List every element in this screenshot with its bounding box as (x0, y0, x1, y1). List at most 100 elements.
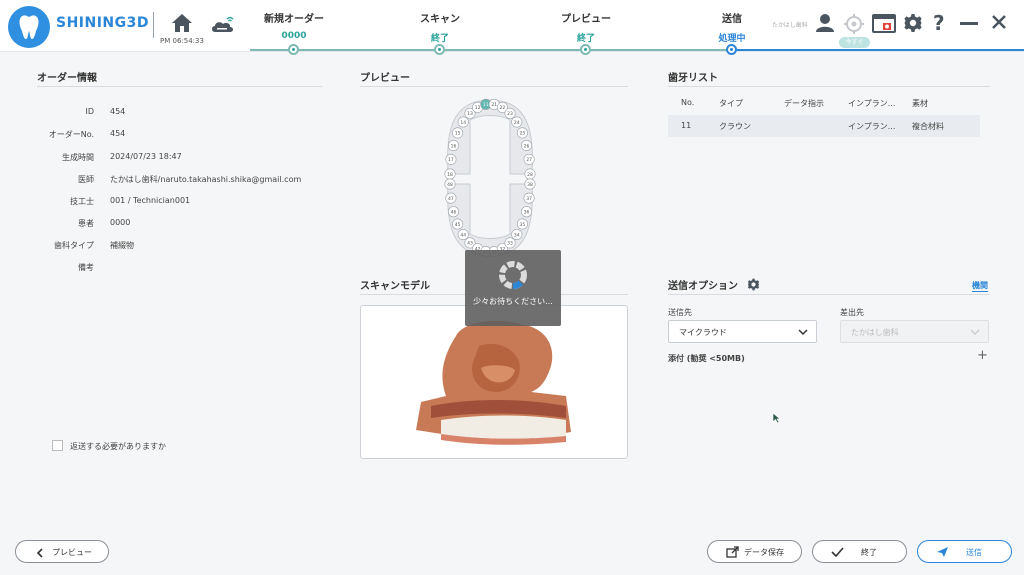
status-pill: 今すぐ (839, 37, 870, 48)
gear-icon[interactable] (903, 13, 923, 37)
scan-model-title: スキャンモデル (360, 281, 430, 292)
help-icon[interactable]: ? (933, 11, 945, 35)
step-value: 終了 (430, 34, 449, 44)
tooth-number: 23 (507, 111, 513, 117)
field-label: 歯科タイプ (54, 241, 94, 250)
field-label: 技工士 (70, 197, 94, 206)
sender-select: たかはし歯科 (840, 320, 989, 343)
tooth-number: 16 (451, 143, 457, 149)
divider (360, 86, 628, 87)
col-header-no: No. (681, 98, 695, 107)
teeth-list-title: 歯牙リスト (668, 73, 718, 84)
tooth-number: 15 (455, 131, 461, 137)
step-dot (288, 44, 299, 55)
organization-link[interactable]: 機関 (972, 280, 988, 292)
return-checkbox[interactable] (52, 440, 63, 451)
send-label: 送信 (966, 548, 982, 557)
tooth-number: 33 (507, 241, 513, 247)
step-scan[interactable]: スキャン 終了 (380, 10, 500, 44)
tooth-number: 43 (467, 241, 473, 247)
field-label: 備考 (78, 263, 94, 272)
field-value: 補綴物 (110, 241, 134, 250)
tooth-number: 18 (447, 172, 453, 178)
step-new-order[interactable]: 新規オーダー 0000 (234, 10, 354, 41)
field-label: オーダーNo. (48, 130, 94, 139)
chevron-left-icon (36, 548, 43, 558)
user-name: たかはし歯科 (772, 22, 808, 29)
cell-implant: インプラン... (848, 122, 896, 131)
tooth-number: 24 (514, 120, 520, 126)
cloud-wifi-icon[interactable] (210, 13, 236, 39)
home-icon[interactable] (170, 12, 194, 38)
close-icon[interactable] (990, 13, 1008, 35)
logo-tooth-icon (8, 6, 50, 48)
destination-value: マイクラウド (679, 328, 727, 337)
field-value: たかはし歯科/naruto.takahashi.shika@gmail.com (110, 175, 302, 184)
progress-line-active (732, 49, 1024, 51)
step-dot (434, 44, 445, 55)
add-attachment-plus-icon[interactable]: + (977, 348, 988, 363)
tooth-number: 27 (526, 157, 532, 163)
chevron-down-icon (970, 329, 980, 336)
step-value: 0000 (281, 31, 307, 41)
tooth-number: 25 (520, 131, 526, 137)
field-value: 454 (110, 129, 126, 138)
tooth-number: 35 (520, 222, 526, 228)
attachment-label: 添付 (勧奨 <50MB) (668, 354, 745, 363)
chevron-down-icon (798, 329, 808, 336)
divider (668, 294, 990, 295)
save-data-label: データ保存 (744, 548, 784, 557)
field-value: 454 (110, 107, 126, 116)
destination-select[interactable]: マイクラウド (668, 320, 817, 343)
settings-gear-icon[interactable] (747, 276, 760, 295)
step-value: 処理中 (718, 34, 746, 44)
field-label: ID (85, 107, 94, 116)
loading-text: 少々お待ちください... (473, 297, 553, 306)
col-header-implant: インプラン... (848, 99, 896, 108)
col-header-type: タイプ (719, 99, 743, 108)
tooth-number: 17 (448, 157, 454, 163)
header-divider (153, 12, 154, 38)
tooth-number: 14 (460, 120, 466, 126)
order-info-title: オーダー情報 (37, 73, 97, 84)
user-icon[interactable] (815, 13, 835, 37)
loading-spinner-icon (499, 261, 527, 290)
tooth-chart[interactable]: 18 17 16 15 14131211 2122232425 26 27 28 48 47 46 4… (440, 94, 540, 259)
save-data-button[interactable]: データ保存 (707, 540, 802, 563)
divider (37, 86, 322, 87)
tooth-number: 44 (460, 232, 466, 238)
field-label: 医師 (78, 175, 94, 184)
send-button[interactable]: 送信 (917, 540, 1012, 563)
screen-record-icon[interactable] (872, 13, 896, 39)
tooth-number: 13 (467, 111, 473, 117)
tooth-number: 38 (527, 182, 533, 188)
cell-material: 複合材料 (912, 122, 944, 131)
tooth-number: 34 (514, 232, 520, 238)
back-preview-button[interactable]: プレビュー (15, 540, 109, 563)
tooth-number: 37 (526, 196, 532, 202)
step-preview[interactable]: プレビュー 終了 (526, 10, 646, 44)
clock: PM 06:54:33 (160, 37, 204, 45)
scan-model-viewport[interactable] (360, 305, 628, 459)
tooth-number: 47 (448, 196, 454, 202)
loading-overlay: 少々お待ちください... (465, 250, 561, 326)
destination-label: 送信先 (668, 308, 692, 317)
finish-label: 終了 (861, 548, 877, 557)
step-label: 新規オーダー (264, 14, 324, 25)
step-dot (580, 44, 591, 55)
tooth-number: 48 (447, 182, 453, 188)
field-label: 患者 (78, 219, 94, 228)
tooth-number: 11 (483, 102, 489, 108)
crosshair-icon[interactable] (843, 13, 865, 39)
export-icon (726, 546, 739, 558)
back-preview-label: プレビュー (52, 548, 92, 557)
minimize-icon[interactable] (960, 22, 978, 25)
paper-plane-icon (937, 547, 948, 557)
sender-value: たかはし歯科 (851, 328, 899, 337)
finish-button[interactable]: 終了 (812, 540, 907, 563)
scan-face-image (416, 320, 571, 445)
cell-no: 11 (681, 121, 692, 130)
tooth-number: 26 (524, 143, 530, 149)
sender-label: 差出先 (840, 308, 864, 317)
step-label: スキャン (420, 14, 460, 25)
